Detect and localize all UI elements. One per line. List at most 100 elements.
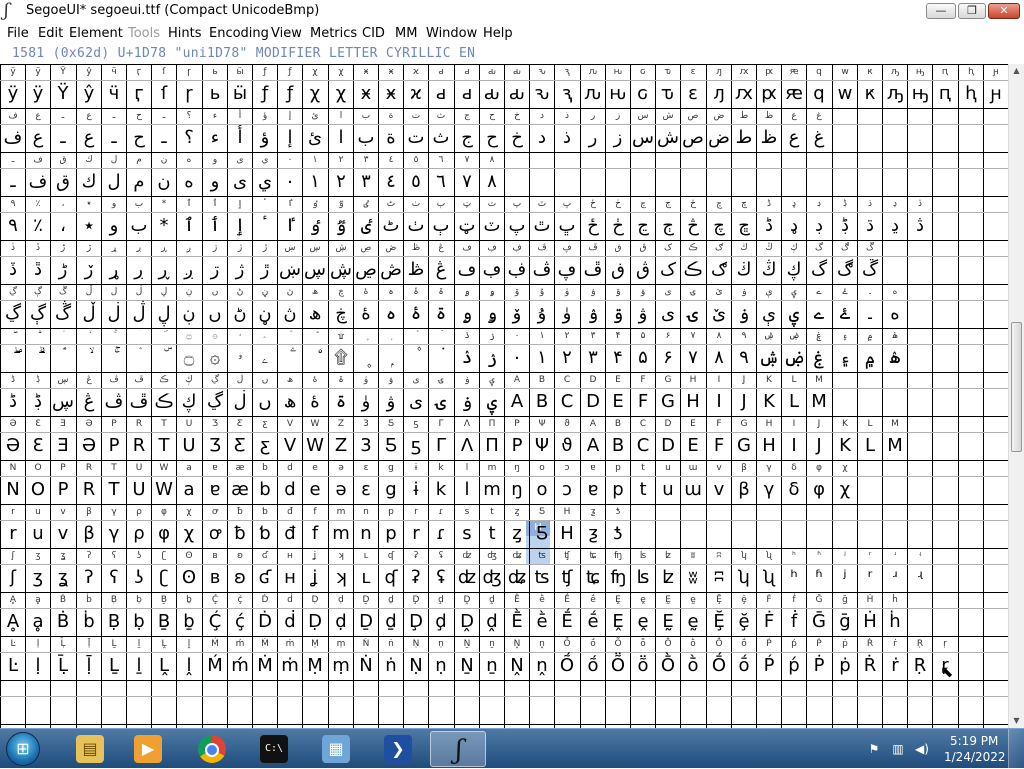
glyph-cell[interactable]: ڴ	[51, 303, 75, 325]
glyph-cell[interactable]: ع	[782, 127, 806, 149]
glyph-cell[interactable]: ʥ	[505, 567, 529, 589]
glyph-cell[interactable]: ԏ	[656, 83, 680, 105]
glyph-cell[interactable]: Ψ	[530, 435, 554, 457]
glyph-cell[interactable]: ۜ	[152, 347, 176, 369]
glyph-cell[interactable]: ԧ	[959, 83, 983, 105]
glyph-cell[interactable]: ۽	[833, 347, 857, 369]
glyph-cell[interactable]: ١	[303, 171, 327, 193]
glyph-cell[interactable]: ڢ	[480, 259, 504, 281]
glyph-cell[interactable]: Ρ	[505, 435, 529, 457]
glyph-cell[interactable]: ۪	[354, 347, 378, 369]
glyph-cell[interactable]: N	[1, 479, 25, 501]
glyph-cell[interactable]: E	[681, 435, 705, 457]
glyph-cell[interactable]: ۰	[505, 347, 529, 369]
glyph-cell[interactable]: A	[505, 391, 529, 413]
glyph-cell[interactable]: ƾ	[606, 523, 630, 545]
glyph-cell[interactable]: ḕ	[530, 611, 554, 633]
glyph-cell[interactable]: ٨	[480, 171, 504, 193]
glyph-cell[interactable]: ԍ	[631, 83, 655, 105]
glyph-cell[interactable]: ٵ	[278, 215, 302, 237]
glyph-cell[interactable]: ھ	[303, 303, 327, 325]
glyph-cell[interactable]: *	[152, 215, 176, 237]
glyph-cell[interactable]: D	[656, 435, 680, 457]
glyph-cell[interactable]: ṑ	[681, 655, 705, 677]
glyph-cell[interactable]: m	[329, 523, 353, 545]
glyph-cell[interactable]: ԝ	[833, 83, 857, 105]
glyph-cell[interactable]: Ḃ	[51, 611, 75, 633]
glyph-cell[interactable]: ŋ	[505, 479, 529, 501]
glyph-cell[interactable]: و	[203, 171, 227, 193]
minimize-button[interactable]: —	[926, 3, 956, 19]
glyph-cell[interactable]: H	[757, 435, 781, 457]
glyph-cell[interactable]: ټ	[455, 215, 479, 237]
glyph-cell[interactable]: Ƽ	[379, 435, 403, 457]
glyph-cell[interactable]: ڲ	[203, 391, 227, 413]
glyph-cell[interactable]: ې	[757, 303, 781, 325]
glyph-cell[interactable]: ۅ	[480, 303, 504, 325]
glyph-cell[interactable]: ԁ	[429, 83, 453, 105]
glyph-cell[interactable]: Ṁ	[253, 655, 277, 677]
glyph-grid[interactable]: H ÿÿÿÿŸŸŷŷӵӵӷӷſſɼɼььӹӹƒƒƒƒχχχχӿӿӿӿϰϰԁԁԁԁ…	[0, 64, 1008, 728]
glyph-cell[interactable]: ԙ	[782, 83, 806, 105]
glyph-cell[interactable]: e	[303, 479, 327, 501]
glyph-cell[interactable]: ڮ	[782, 259, 806, 281]
glyph-cell[interactable]: ږ	[177, 259, 201, 281]
glyph-cell[interactable]: ḣ	[883, 611, 907, 633]
glyph-cell[interactable]: ڍ	[883, 215, 907, 237]
glyph-cell[interactable]: إ	[278, 127, 302, 149]
glyph-cell[interactable]: ض	[707, 127, 731, 149]
glyph-cell[interactable]: ۑ	[480, 391, 504, 413]
glyph-cell[interactable]: J	[732, 391, 756, 413]
glyph-cell[interactable]: خ	[505, 127, 529, 149]
glyph-cell[interactable]: Ṑ	[656, 655, 680, 677]
glyph-cell[interactable]: Ḹ	[51, 655, 75, 677]
glyph-cell[interactable]: و	[102, 215, 126, 237]
glyph-cell[interactable]: V	[278, 435, 302, 457]
glyph-cell[interactable]: r	[404, 523, 428, 545]
glyph-cell[interactable]: ə	[329, 479, 353, 501]
glyph-cell[interactable]: ʦ	[530, 567, 554, 589]
glyph-cell[interactable]: ڈ	[1, 391, 25, 413]
glyph-cell[interactable]: ṙ	[883, 655, 907, 677]
glyph-cell[interactable]: د	[530, 127, 554, 149]
glyph-cell[interactable]: ح	[127, 127, 151, 149]
glyph-cell[interactable]: ٦	[429, 171, 453, 193]
glyph-cell[interactable]: U	[127, 479, 151, 501]
glyph-cell[interactable]: ƒ	[278, 83, 302, 105]
glyph-cell[interactable]: ṕ	[782, 655, 806, 677]
glyph-cell[interactable]: ڛ	[51, 391, 75, 413]
taskbar-chrome[interactable]	[184, 731, 240, 767]
glyph-cell[interactable]: ӷ	[127, 83, 151, 105]
glyph-cell[interactable]: ꝍ	[203, 523, 227, 545]
glyph-cell[interactable]: ԣ	[908, 83, 932, 105]
glyph-cell[interactable]: ڙ	[253, 259, 277, 281]
glyph-cell[interactable]: ڡ	[455, 259, 479, 281]
glyph-cell[interactable]: ۈ	[354, 391, 378, 413]
glyph-cell[interactable]: ۿ	[883, 347, 907, 369]
glyph-cell[interactable]: Π	[480, 435, 504, 457]
glyph-cell[interactable]: ٴ	[253, 215, 277, 237]
glyph-cell[interactable]: ٢	[329, 171, 353, 193]
glyph-cell[interactable]: B	[530, 391, 554, 413]
glyph-cell[interactable]: 3	[354, 435, 378, 457]
glyph-cell[interactable]: Ƽ	[530, 523, 554, 545]
glyph-cell[interactable]: ɛ	[354, 479, 378, 501]
menu-tools[interactable]: Tools	[128, 26, 160, 41]
taskbar-explorer[interactable]: ▤	[62, 731, 118, 767]
glyph-cell[interactable]: Λ	[455, 435, 479, 457]
glyph-cell[interactable]: δ	[782, 479, 806, 501]
glyph-cell[interactable]: ٭	[77, 215, 101, 237]
glyph-cell[interactable]: ڹ	[177, 303, 201, 325]
glyph-cell[interactable]: ڋ	[26, 391, 50, 413]
glyph-cell[interactable]: M	[883, 435, 907, 457]
glyph-cell[interactable]: β	[732, 479, 756, 501]
menu-help[interactable]: Help	[483, 26, 513, 41]
glyph-cell[interactable]: ḉ	[228, 611, 252, 633]
glyph-cell[interactable]: Ṗ	[807, 655, 831, 677]
glyph-cell[interactable]: ڀ	[555, 215, 579, 237]
menu-window[interactable]: Window	[426, 26, 477, 41]
glyph-cell[interactable]: Ṓ	[707, 655, 731, 677]
glyph-cell[interactable]: ڕ	[152, 259, 176, 281]
glyph-cell[interactable]: ʚ	[228, 567, 252, 589]
glyph-cell[interactable]: ب	[354, 127, 378, 149]
